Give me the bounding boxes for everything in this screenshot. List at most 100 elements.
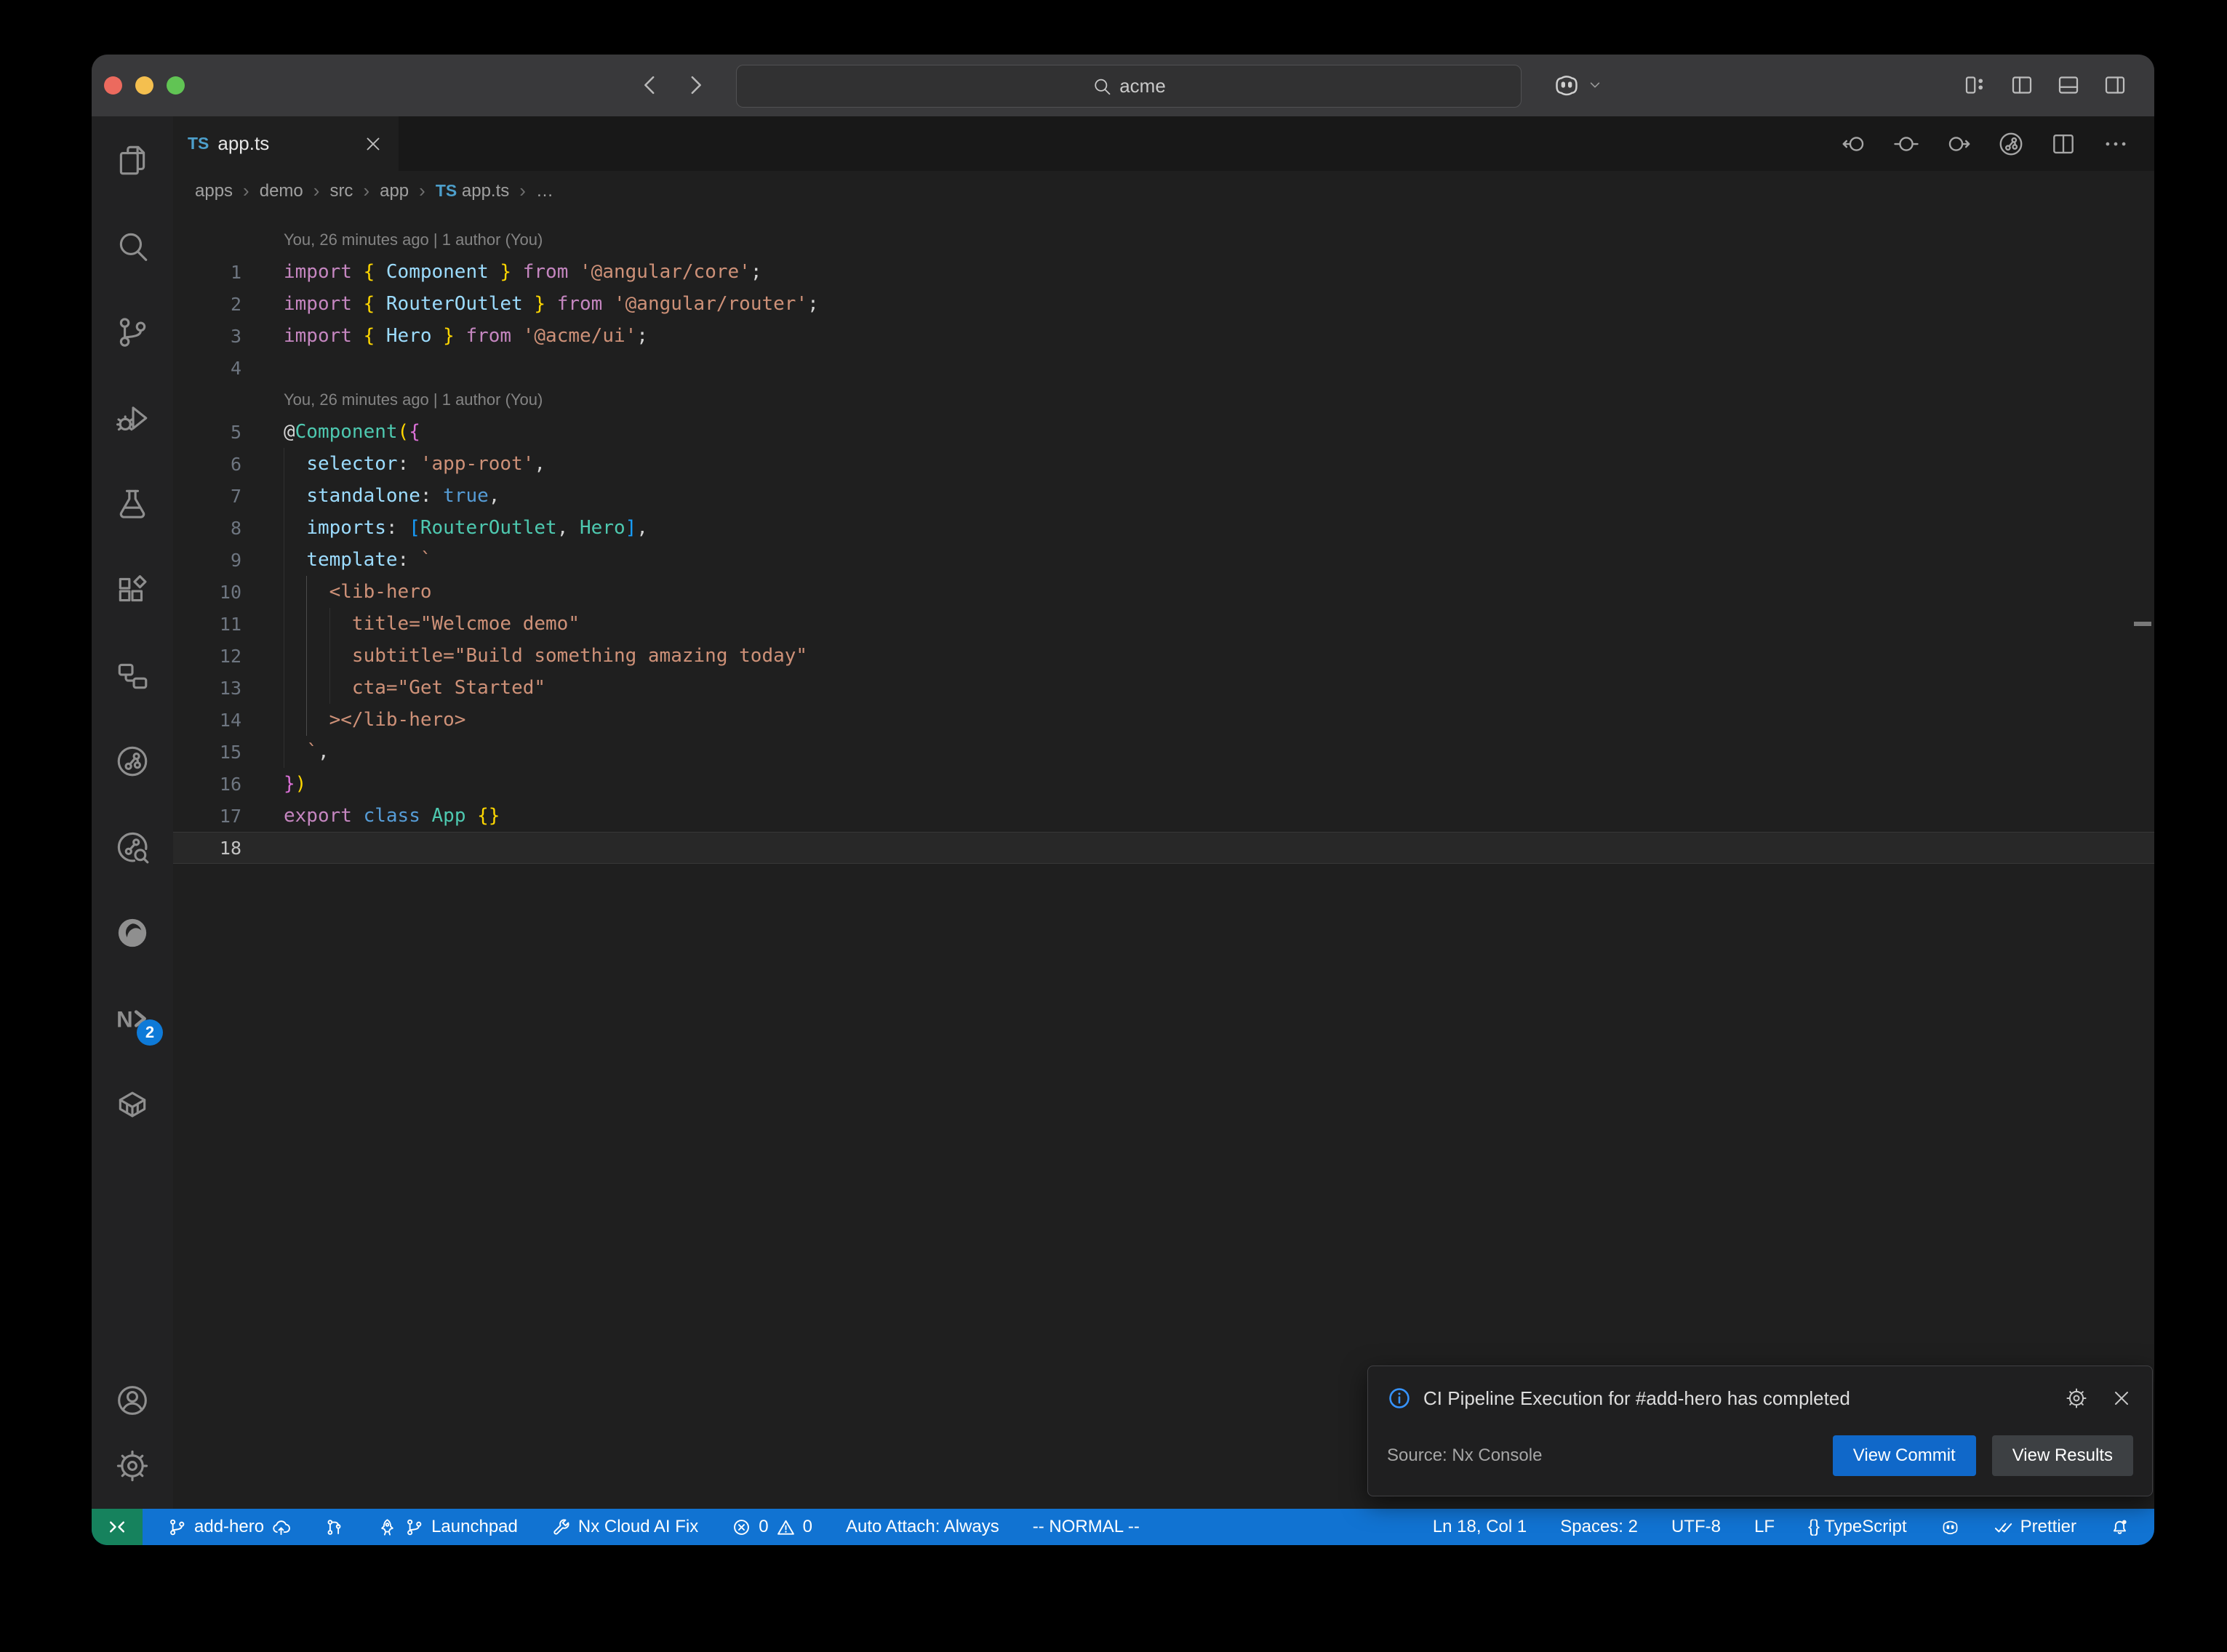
line-number[interactable]: 8 bbox=[173, 518, 284, 539]
line-number[interactable]: 7 bbox=[173, 486, 284, 507]
zoom-window-button[interactable] bbox=[167, 76, 185, 95]
blame-row: You, 26 minutes ago | 1 author (You) bbox=[173, 224, 2154, 256]
status-launchpad[interactable]: Launchpad bbox=[377, 1517, 518, 1537]
code-editor[interactable]: You, 26 minutes ago | 1 author (You)1imp… bbox=[173, 211, 2154, 1509]
close-window-button[interactable] bbox=[104, 76, 122, 95]
status-encoding[interactable]: UTF-8 bbox=[1671, 1517, 1721, 1537]
activity-project-hierarchy[interactable] bbox=[112, 657, 153, 694]
navigate-forward-button[interactable] bbox=[681, 71, 710, 100]
code-line-17: 17export class App {} bbox=[173, 800, 2154, 832]
git-blame-annotation: You, 26 minutes ago | 1 author (You) bbox=[284, 390, 543, 409]
customize-layout-icon[interactable] bbox=[1962, 72, 1988, 98]
activity-commit-graph-search[interactable] bbox=[112, 829, 153, 865]
line-number[interactable]: 12 bbox=[173, 646, 284, 667]
view-commit-button[interactable]: View Commit bbox=[1833, 1435, 1976, 1476]
line-number[interactable]: 2 bbox=[173, 294, 284, 315]
line-number[interactable]: 13 bbox=[173, 678, 284, 699]
activity-accounts[interactable] bbox=[112, 1382, 153, 1419]
status-git-branch-sync[interactable]: add-hero bbox=[167, 1517, 291, 1537]
status-label: Ln 18, Col 1 bbox=[1433, 1517, 1527, 1537]
ellipsis-icon[interactable] bbox=[2102, 130, 2130, 158]
activity-manage[interactable] bbox=[112, 1448, 153, 1484]
status-commit-graph[interactable] bbox=[324, 1517, 344, 1537]
status-vim-mode[interactable]: -- NORMAL -- bbox=[1033, 1517, 1140, 1537]
split-editor-icon[interactable] bbox=[2050, 130, 2077, 158]
line-number[interactable]: 3 bbox=[173, 326, 284, 347]
activity-nx-console[interactable]: N2 bbox=[112, 1001, 153, 1037]
search-icon bbox=[1092, 76, 1112, 97]
code-text: import { Hero } from '@acme/ui'; bbox=[284, 325, 648, 347]
line-number[interactable]: 15 bbox=[173, 742, 284, 763]
circle-branch-icon[interactable] bbox=[1997, 130, 2025, 158]
code-line-5: 5@Component({ bbox=[173, 416, 2154, 448]
line-number[interactable]: 14 bbox=[173, 710, 284, 731]
account-icon bbox=[114, 1382, 151, 1419]
line-number[interactable]: 17 bbox=[173, 806, 284, 827]
remote-indicator[interactable] bbox=[92, 1509, 143, 1545]
activity-containers[interactable] bbox=[112, 1086, 153, 1123]
prev-change-icon[interactable] bbox=[1840, 130, 1868, 158]
line-number[interactable]: 16 bbox=[173, 774, 284, 795]
search-value: acme bbox=[1119, 75, 1166, 97]
notification-close-icon[interactable] bbox=[2110, 1387, 2133, 1410]
close-tab-icon[interactable] bbox=[362, 133, 384, 155]
breadcrumb-item[interactable]: … bbox=[536, 181, 553, 201]
line-number[interactable]: 10 bbox=[173, 582, 284, 603]
line-number[interactable]: 4 bbox=[173, 358, 284, 379]
activity-run-and-debug[interactable] bbox=[112, 400, 153, 436]
activity-testing[interactable] bbox=[112, 486, 153, 522]
status-nx-cloud-ai-fix[interactable]: Nx Cloud AI Fix bbox=[551, 1517, 698, 1537]
layout-sidebar-left-icon[interactable] bbox=[2009, 72, 2035, 98]
status-label: add-hero bbox=[194, 1517, 264, 1537]
activity-commit-graph[interactable] bbox=[112, 743, 153, 779]
activity-swirl-logo[interactable] bbox=[112, 915, 153, 951]
code-text: title="Welcmoe demo" bbox=[284, 613, 580, 635]
line-circle-icon[interactable] bbox=[1892, 130, 1920, 158]
copilot-menu-button[interactable] bbox=[1552, 71, 1604, 100]
breadcrumb-item[interactable]: app bbox=[380, 181, 409, 201]
activity-source-control[interactable] bbox=[112, 314, 153, 350]
line-number[interactable]: 5 bbox=[173, 422, 284, 443]
vscode-window: acme N2 TS app.ts apps › demo bbox=[92, 55, 2154, 1545]
command-center-search[interactable]: acme bbox=[736, 65, 1522, 108]
layout-sidebar-right-icon[interactable] bbox=[2102, 72, 2128, 98]
breadcrumb-item[interactable]: TS app.ts bbox=[436, 181, 509, 201]
status-language-mode[interactable]: {} TypeScript bbox=[1808, 1517, 1907, 1537]
line-number[interactable]: 6 bbox=[173, 454, 284, 475]
status-copilot[interactable] bbox=[1940, 1517, 1960, 1537]
status-label: Auto Attach: Always bbox=[846, 1517, 999, 1537]
minimize-window-button[interactable] bbox=[135, 76, 153, 95]
notification-settings-icon[interactable] bbox=[2065, 1387, 2088, 1410]
status-problems[interactable]: 00 bbox=[732, 1517, 812, 1537]
git-graph-icon bbox=[324, 1517, 344, 1537]
status-prettier[interactable]: Prettier bbox=[1994, 1517, 2076, 1537]
view-results-button[interactable]: View Results bbox=[1992, 1435, 2133, 1476]
code-text: ></lib-hero> bbox=[284, 709, 465, 731]
line-number[interactable]: 18 bbox=[173, 838, 284, 859]
line-number[interactable]: 9 bbox=[173, 550, 284, 571]
activity-explorer[interactable] bbox=[112, 143, 153, 179]
layout-panel-icon[interactable] bbox=[2055, 72, 2082, 98]
status-notifications-bell[interactable] bbox=[2110, 1517, 2130, 1537]
status-indentation[interactable]: Spaces: 2 bbox=[1560, 1517, 1638, 1537]
breadcrumb-separator: › bbox=[363, 180, 369, 202]
status-cursor-position[interactable]: Ln 18, Col 1 bbox=[1433, 1517, 1527, 1537]
tab-app-ts[interactable]: TS app.ts bbox=[173, 116, 399, 171]
status-eol[interactable]: LF bbox=[1754, 1517, 1775, 1537]
line-number[interactable]: 1 bbox=[173, 262, 284, 283]
indent-guide bbox=[306, 672, 307, 704]
badge: 2 bbox=[137, 1019, 163, 1046]
notification-source: Source: Nx Console bbox=[1387, 1446, 1817, 1466]
line-number[interactable]: 11 bbox=[173, 614, 284, 635]
breadcrumb-item[interactable]: src bbox=[329, 181, 353, 201]
status-left-group: add-hero Launchpad Nx Cloud AI Fix 00 Auto A… bbox=[167, 1517, 1140, 1537]
status-label: LF bbox=[1754, 1517, 1775, 1537]
git-blame-annotation: You, 26 minutes ago | 1 author (You) bbox=[284, 230, 543, 249]
navigate-back-button[interactable] bbox=[636, 71, 665, 100]
breadcrumb-item[interactable]: demo bbox=[260, 181, 303, 201]
status-auto-attach[interactable]: Auto Attach: Always bbox=[846, 1517, 999, 1537]
activity-extensions[interactable] bbox=[112, 572, 153, 608]
activity-search[interactable] bbox=[112, 228, 153, 265]
next-change-icon[interactable] bbox=[1945, 130, 1972, 158]
breadcrumb-item[interactable]: apps bbox=[195, 181, 233, 201]
